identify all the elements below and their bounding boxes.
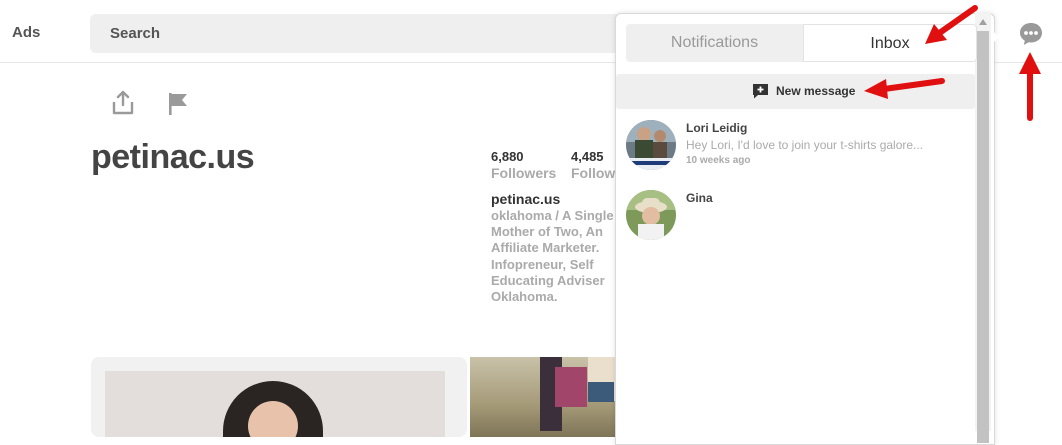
- followers-label: Followers: [491, 165, 557, 181]
- flag-icon[interactable]: [166, 91, 190, 117]
- scroll-up-arrow[interactable]: [979, 19, 987, 25]
- chat-icon[interactable]: [1018, 21, 1044, 47]
- tab-notifications[interactable]: Notifications: [626, 24, 803, 62]
- bio-line: Oklahoma.: [491, 288, 558, 304]
- following-count: 4,485: [571, 149, 604, 164]
- scroll-thumb[interactable]: [977, 31, 989, 443]
- annotation-arrow: [864, 78, 945, 99]
- annotation-arrow: [1019, 52, 1041, 121]
- annotation-arrow: [925, 5, 978, 44]
- bio-line: Infopreneur, Self: [491, 256, 594, 272]
- avatar: [626, 190, 676, 240]
- bio-line: Affiliate Marketer.: [491, 240, 600, 256]
- search-bar[interactable]: Search: [90, 14, 700, 53]
- bio-line: Mother of Two, An: [491, 224, 603, 240]
- avatar: [626, 120, 676, 170]
- search-placeholder: Search: [110, 25, 161, 42]
- followers-count: 6,880: [491, 149, 524, 164]
- bio-text: oklahoma / A Single Mother of Two, An Af…: [491, 208, 621, 305]
- bio-line: oklahoma / A Single: [491, 208, 614, 223]
- pin-image-woman[interactable]: [91, 357, 467, 437]
- ads-link[interactable]: Ads: [12, 24, 40, 41]
- new-message-label: New message: [776, 84, 856, 98]
- conversation-name: Lori Leidig: [686, 121, 748, 135]
- bio-line: Educating Adviser: [491, 272, 605, 288]
- conversation-time: 10 weeks ago: [686, 155, 751, 166]
- conversation-item[interactable]: Gina: [626, 190, 966, 245]
- new-message-icon: [752, 83, 769, 99]
- panel-scrollbar[interactable]: [975, 13, 991, 443]
- following-label: Follow: [571, 165, 616, 181]
- conversation-name: Gina: [686, 191, 713, 205]
- conversation-item[interactable]: Lori Leidig Hey Lori, I'd love to join y…: [626, 120, 966, 175]
- conversation-preview: Hey Lori, I'd love to join your t-shirts…: [686, 138, 924, 152]
- pin-image-field[interactable]: [470, 357, 616, 437]
- bio-title: petinac.us: [491, 191, 561, 207]
- panel-caret: [990, 28, 999, 46]
- followers-stat[interactable]: 6,880 Followers: [491, 149, 556, 181]
- share-icon[interactable]: [111, 90, 135, 116]
- following-stat[interactable]: 4,485 Follow: [571, 149, 616, 181]
- profile-name: petinac.us: [91, 138, 255, 176]
